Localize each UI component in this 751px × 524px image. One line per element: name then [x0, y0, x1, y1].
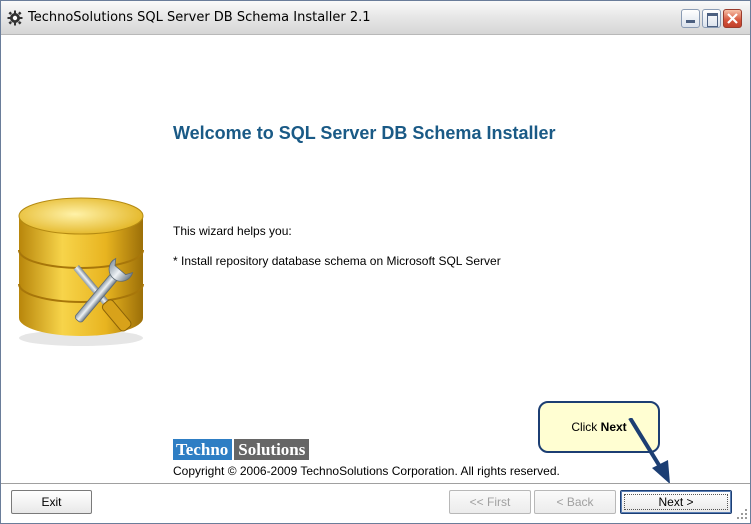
minimize-icon[interactable]	[681, 9, 700, 28]
page-title: Welcome to SQL Server DB Schema Installe…	[173, 123, 556, 143]
resize-grip-icon[interactable]	[735, 507, 748, 520]
database-tools-icon	[18, 197, 144, 346]
installer-window: TechnoSolutions SQL Server DB Schema Ins…	[0, 0, 751, 524]
gear-icon[interactable]	[7, 10, 23, 26]
focus-ring	[624, 494, 728, 510]
close-icon[interactable]	[723, 9, 742, 28]
intro-text: This wizard helps you:	[173, 224, 292, 238]
copyright-text: Copyright © 2006-2009 TechnoSolutions Co…	[173, 464, 560, 478]
back-button[interactable]: < Back	[534, 490, 616, 514]
first-button[interactable]: << First	[449, 490, 531, 514]
next-button[interactable]: Next >	[620, 490, 732, 514]
title-bar[interactable]: TechnoSolutions SQL Server DB Schema Ins…	[1, 1, 750, 35]
feature-bullet: * Install repository database schema on …	[173, 254, 501, 268]
button-bar: Exit << First < Back Next >	[1, 485, 750, 523]
logo-techno: Techno	[173, 439, 233, 460]
company-logo: Techno Solutions	[173, 439, 310, 460]
window-title: TechnoSolutions SQL Server DB Schema Ins…	[28, 10, 371, 25]
exit-button[interactable]: Exit	[11, 490, 92, 514]
logo-solutions: Solutions	[234, 439, 310, 460]
maximize-icon[interactable]	[702, 9, 721, 28]
callout-prefix: Click	[571, 420, 601, 434]
wizard-content: Welcome to SQL Server DB Schema Installe…	[1, 36, 750, 483]
callout-arrow-icon	[628, 418, 670, 484]
callout-emphasis: Next	[600, 420, 627, 434]
